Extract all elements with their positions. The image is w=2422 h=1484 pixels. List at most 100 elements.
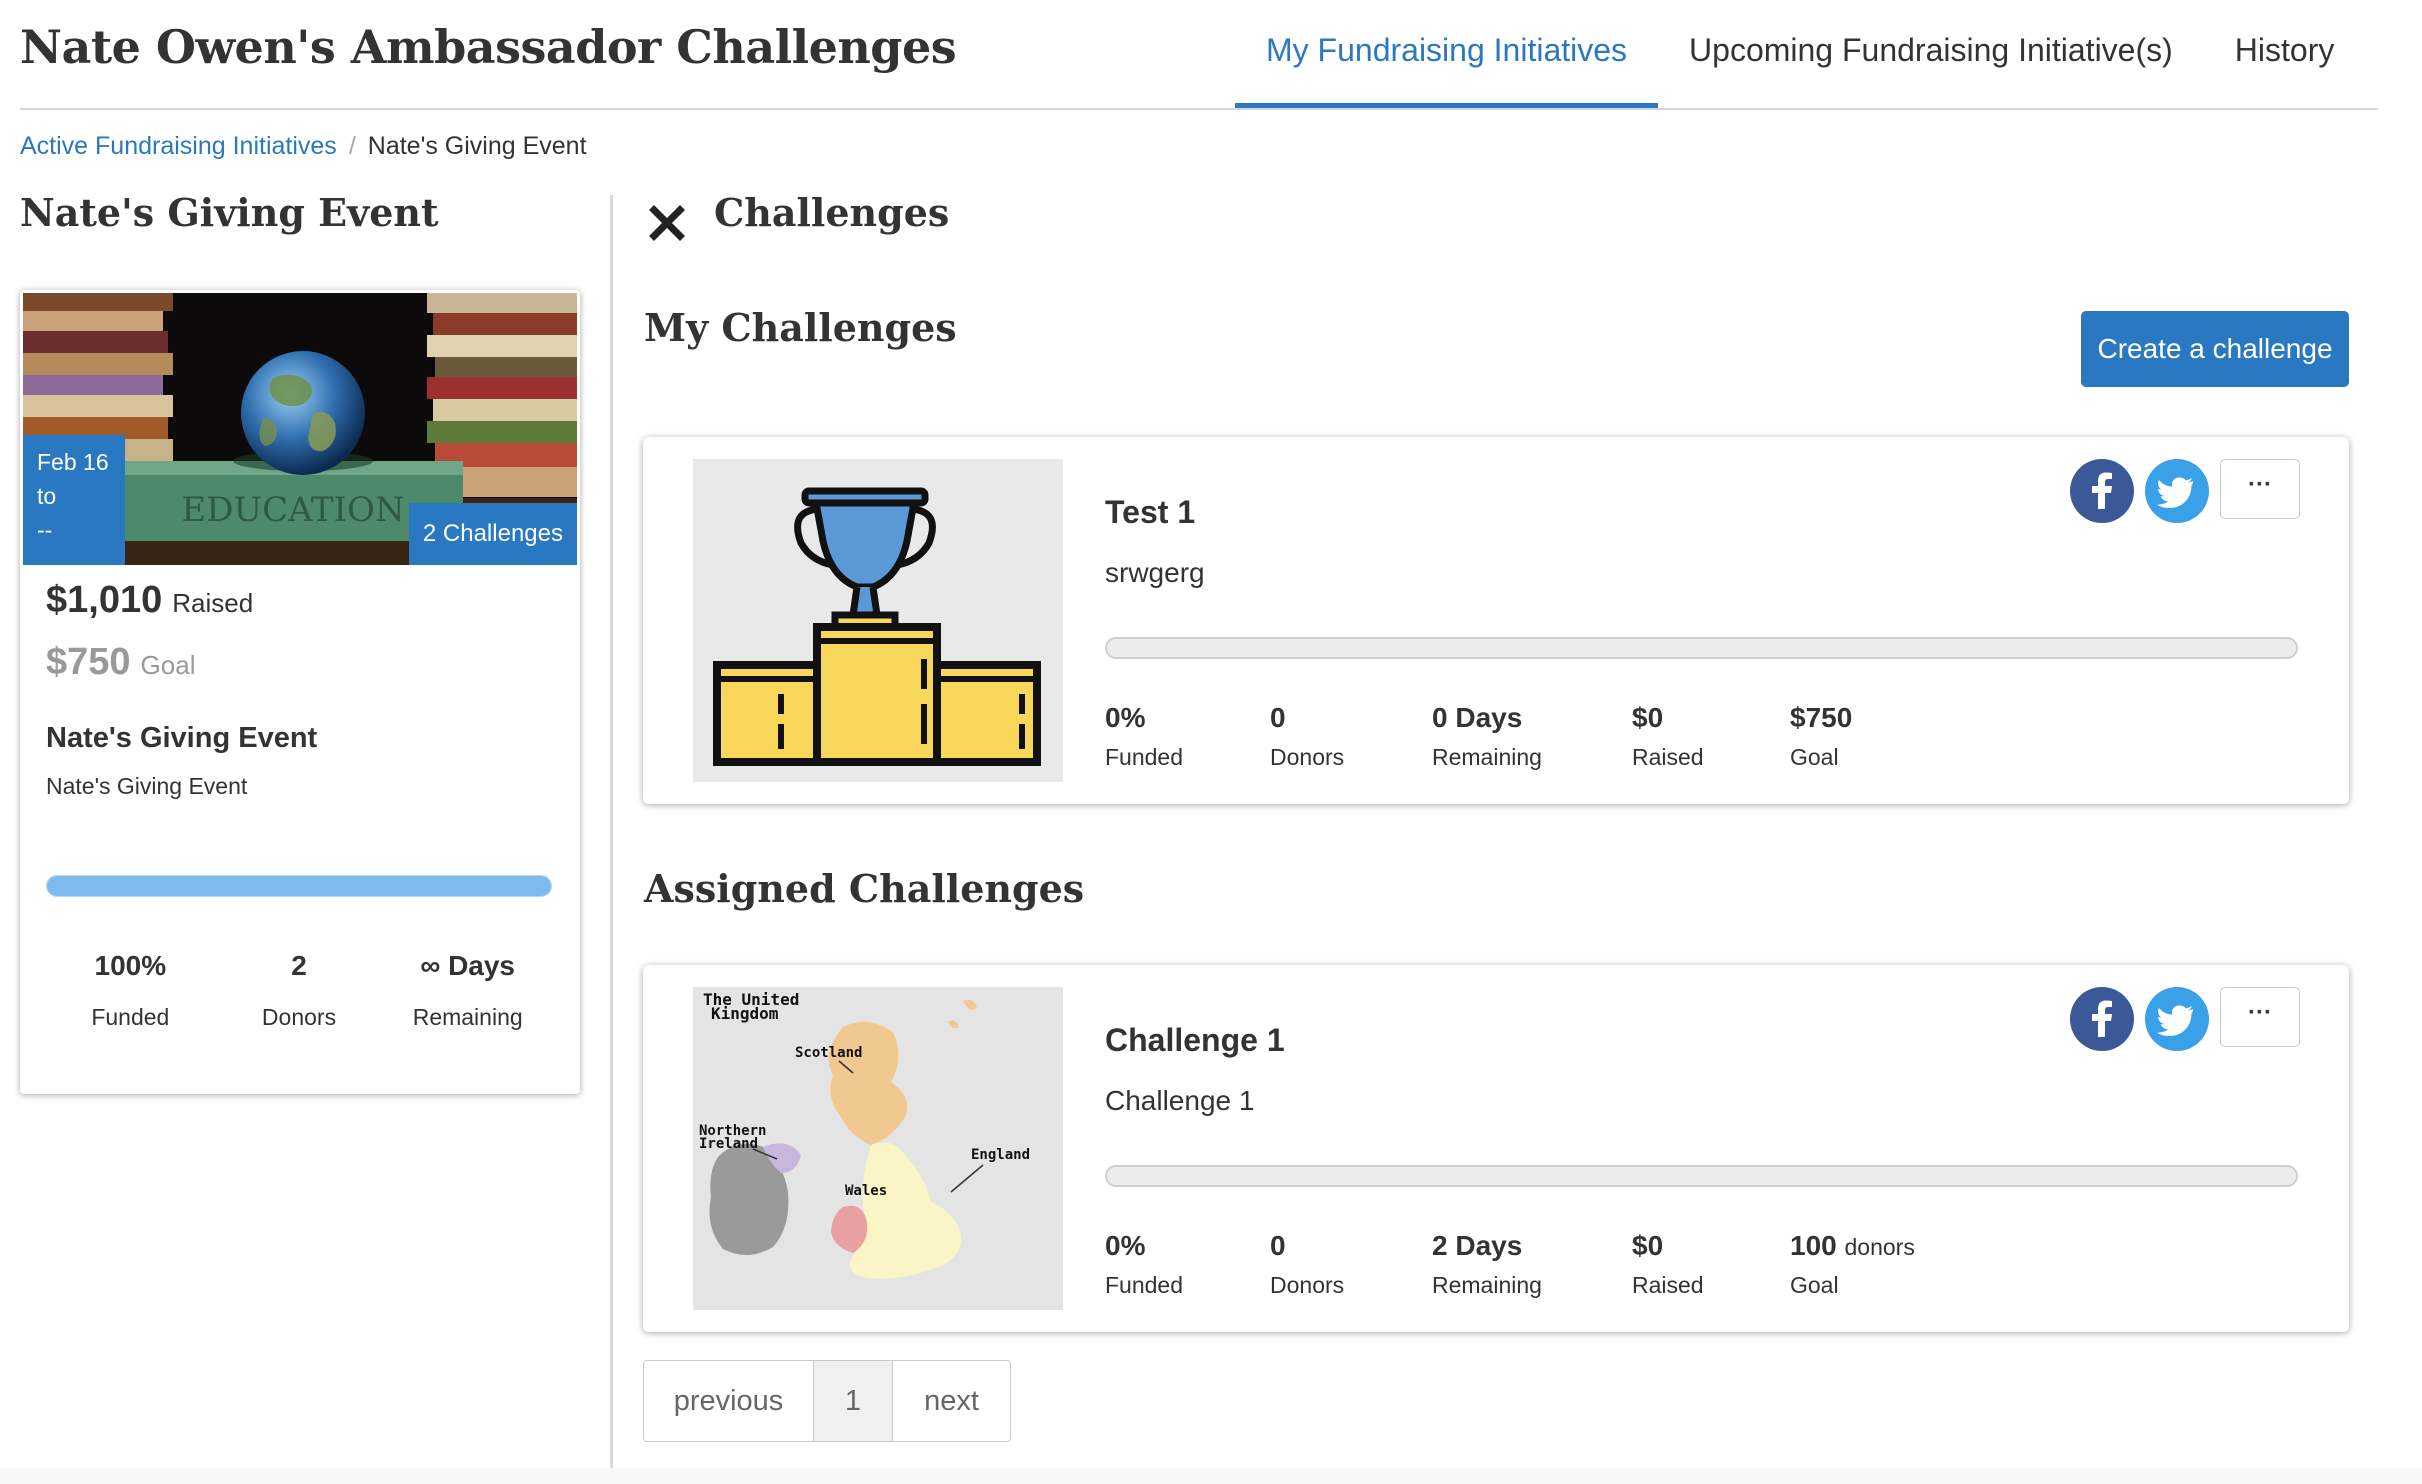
event-stat-value: 100%	[94, 950, 167, 981]
stat-label: Remaining	[1432, 1272, 1542, 1298]
stat-value: $0	[1632, 702, 1664, 733]
challenge-stats: 0% Funded 0 Donors 0 Days Remaining $0 R…	[1105, 702, 1990, 771]
breadcrumb-separator: /	[348, 132, 356, 160]
stat-label: Funded	[1105, 744, 1184, 770]
challenge-stats: 0% Funded 0 Donors 2 Days Remaining $0 R…	[1105, 1230, 1990, 1299]
challenge-stat-funded: 0% Funded	[1105, 1230, 1270, 1299]
tab-history[interactable]: History	[2204, 0, 2366, 108]
twitter-share-button[interactable]	[2145, 987, 2209, 1051]
challenge-stat-donors: 0 Donors	[1270, 702, 1432, 771]
create-challenge-button[interactable]: Create a challenge	[2081, 311, 2349, 387]
uk-map-image: The United Kingdom Scotland Northern Ire…	[693, 987, 1063, 1310]
stat-value: 100 donors	[1790, 1230, 1990, 1262]
event-stat-label: Remaining	[412, 1004, 523, 1030]
twitter-share-button[interactable]	[2145, 459, 2209, 523]
event-name: Nate's Giving Event	[46, 722, 318, 754]
event-stat-funded: 100% Funded	[46, 950, 215, 1031]
event-stat-donors: 2 Donors	[215, 950, 384, 1031]
map-label-ni-line2: Ireland	[699, 1136, 758, 1152]
event-description: Nate's Giving Event	[46, 773, 248, 799]
more-icon[interactable]: ···	[2220, 987, 2300, 1047]
challenge-name: Challenge 1	[1105, 1022, 1285, 1058]
my-challenges-heading: My Challenges	[644, 305, 957, 350]
facebook-icon	[2092, 1000, 2112, 1037]
pagination: previous 1 next	[643, 1360, 1011, 1442]
event-goal: $750 Goal	[46, 641, 195, 684]
map-label-england: England	[971, 1147, 1030, 1163]
event-raised-label: Raised	[172, 588, 254, 618]
breadcrumb-link-active-initiatives[interactable]: Active Fundraising Initiatives	[20, 132, 337, 161]
stat-label: Raised	[1632, 1272, 1704, 1298]
challenge-stat-funded: 0% Funded	[1105, 702, 1270, 771]
breadcrumb-current: Nate's Giving Event	[367, 132, 587, 160]
twitter-icon	[2157, 477, 2193, 508]
twitter-icon	[2157, 1005, 2193, 1036]
event-heading: Nate's Giving Event	[20, 190, 439, 235]
stat-value: 0	[1270, 702, 1286, 733]
challenges-title: Challenges	[714, 190, 950, 235]
stat-label: Goal	[1790, 1272, 1839, 1298]
event-stat-remaining: ∞ Days Remaining	[383, 950, 552, 1031]
stat-value: 0 Days	[1432, 702, 1523, 733]
map-label-wales: Wales	[845, 1183, 887, 1199]
challenge-stat-goal: $750 Goal	[1790, 702, 1990, 771]
event-stat-value: ∞ Days	[420, 950, 516, 981]
challenge-name: Test 1	[1105, 494, 1196, 530]
challenge-card[interactable]: The United Kingdom Scotland Northern Ire…	[643, 965, 2349, 1332]
column-divider	[610, 195, 613, 1470]
challenge-description: srwgerg	[1105, 557, 1205, 588]
challenge-stat-donors: 0 Donors	[1270, 1230, 1432, 1299]
event-goal-label: Goal	[140, 650, 196, 680]
stat-value: $0	[1632, 1230, 1664, 1261]
challenge-description: Challenge 1	[1105, 1085, 1255, 1116]
facebook-icon	[2092, 472, 2112, 509]
event-raised: $1,010 Raised	[46, 579, 253, 622]
pagination-previous[interactable]: previous	[644, 1361, 814, 1441]
stat-value: 2 Days	[1432, 1230, 1523, 1261]
stat-label: Remaining	[1432, 744, 1542, 770]
close-icon[interactable]	[646, 202, 688, 244]
challenge-stat-remaining: 2 Days Remaining	[1432, 1230, 1632, 1299]
education-book-label: EDUCATION	[181, 490, 404, 530]
event-stat-label: Donors	[261, 1004, 337, 1030]
facebook-share-button[interactable]	[2070, 987, 2134, 1051]
pagination-page[interactable]: 1	[814, 1361, 893, 1441]
stat-value: 0%	[1105, 702, 1146, 733]
breadcrumb: Active Fundraising Initiatives / Nate's …	[20, 132, 587, 161]
challenges-count-badge: 2 Challenges	[408, 503, 577, 565]
stat-value: $750	[1790, 702, 1853, 733]
tab-my-fundraising-initiatives[interactable]: My Fundraising Initiatives	[1235, 0, 1659, 108]
challenge-progress-bar	[1105, 637, 2298, 659]
stat-value: 0	[1270, 1230, 1286, 1261]
pagination-next[interactable]: next	[893, 1361, 1010, 1441]
trophy-podium-image	[693, 459, 1063, 782]
page-title: Nate Owen's Ambassador Challenges	[20, 20, 957, 74]
challenge-stat-remaining: 0 Days Remaining	[1432, 702, 1632, 771]
header-divider	[20, 108, 2378, 110]
assigned-challenges-heading: Assigned Challenges	[644, 866, 1085, 911]
stat-label: Goal	[1790, 744, 1839, 770]
stat-value: 0%	[1105, 1230, 1146, 1261]
facebook-share-button[interactable]	[2070, 459, 2134, 523]
stat-label: Funded	[1105, 1272, 1184, 1298]
event-date-end: --	[37, 517, 53, 543]
footer-strip	[0, 1468, 2422, 1484]
tab-upcoming-fundraising-initiatives[interactable]: Upcoming Fundraising Initiative(s)	[1658, 0, 2204, 108]
challenge-card[interactable]: Test 1 srwgerg 0% Funded 0 Donors 0 Days…	[643, 437, 2349, 804]
event-raised-amount: $1,010	[46, 579, 163, 621]
map-label-scotland: Scotland	[795, 1045, 862, 1061]
stat-value-unit: donors	[1844, 1234, 1915, 1260]
stat-value-number: 100	[1790, 1230, 1837, 1261]
event-stat-value: 2	[291, 950, 307, 981]
event-date-to: to	[37, 483, 57, 509]
event-date-badge: Feb 16 to --	[23, 435, 125, 565]
challenge-stat-raised: $0 Raised	[1632, 702, 1790, 771]
top-nav: My Fundraising Initiatives Upcoming Fund…	[1235, 0, 2365, 108]
event-progress-fill	[47, 876, 551, 896]
event-card[interactable]: EDUCATION Feb 16 to -- 2 Challenges $1,0…	[20, 290, 580, 1094]
more-icon[interactable]: ···	[2220, 459, 2300, 519]
challenge-progress-bar	[1105, 1165, 2298, 1187]
event-stat-label: Funded	[91, 1004, 170, 1030]
stat-label: Raised	[1632, 744, 1704, 770]
event-progress-bar	[46, 875, 552, 897]
